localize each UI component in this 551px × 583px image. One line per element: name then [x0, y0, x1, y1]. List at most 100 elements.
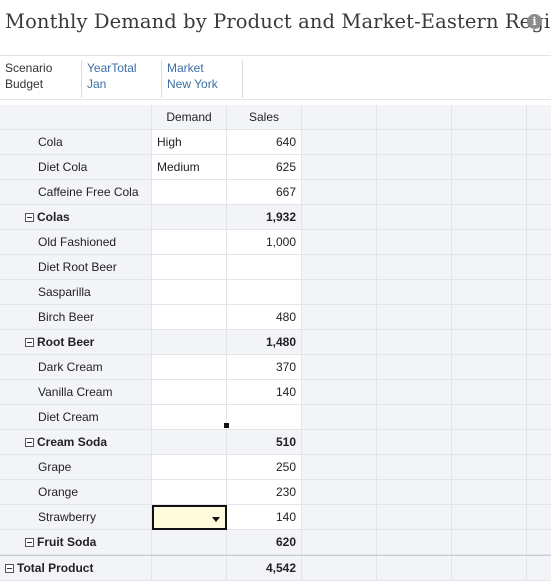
- demand-cell[interactable]: [152, 230, 227, 255]
- row-header-label: Diet Cola: [38, 160, 88, 174]
- sales-cell[interactable]: 1,480: [227, 330, 302, 355]
- demand-cell[interactable]: [152, 180, 227, 205]
- row-header-label: Cola: [38, 135, 63, 149]
- collapse-icon[interactable]: [25, 338, 34, 347]
- demand-cell[interactable]: [152, 480, 227, 505]
- empty-cell: [452, 405, 527, 430]
- demand-cell[interactable]: Medium: [152, 155, 227, 180]
- demand-cell[interactable]: [152, 255, 227, 280]
- info-icon[interactable]: i: [527, 14, 542, 29]
- sales-cell[interactable]: 1,000: [227, 230, 302, 255]
- sales-cell[interactable]: 230: [227, 480, 302, 505]
- demand-dropdown-cell[interactable]: [152, 505, 227, 530]
- sales-cell[interactable]: 667: [227, 180, 302, 205]
- empty-cell: [527, 280, 551, 305]
- row-header[interactable]: Grape: [0, 455, 152, 480]
- empty-cell: [302, 255, 377, 280]
- row-header[interactable]: Fruit Soda: [0, 530, 152, 555]
- demand-cell[interactable]: [152, 305, 227, 330]
- demand-cell[interactable]: High: [152, 130, 227, 155]
- empty-cell: [527, 330, 551, 355]
- row-header-label: Root Beer: [37, 335, 95, 349]
- pov-bar: Scenario Budget YearTotal Jan Market New…: [0, 57, 551, 100]
- row-header[interactable]: Diet Cola: [0, 155, 152, 180]
- demand-cell[interactable]: [152, 380, 227, 405]
- pov-scenario[interactable]: Scenario Budget: [0, 60, 82, 98]
- collapse-icon[interactable]: [25, 438, 34, 447]
- selection-fill-handle[interactable]: [224, 423, 229, 428]
- row-header[interactable]: Strawberry: [0, 505, 152, 530]
- sales-cell[interactable]: 140: [227, 380, 302, 405]
- row-header[interactable]: Root Beer: [0, 330, 152, 355]
- column-header-sales[interactable]: Sales: [227, 105, 302, 130]
- empty-cell: [452, 556, 527, 581]
- sales-cell[interactable]: 480: [227, 305, 302, 330]
- sales-cell[interactable]: [227, 255, 302, 280]
- empty-cell: [527, 430, 551, 455]
- grid-row: Orange 230: [0, 480, 551, 505]
- empty-cell: [452, 380, 527, 405]
- row-header[interactable]: Cream Soda: [0, 430, 152, 455]
- collapse-icon[interactable]: [25, 538, 34, 547]
- empty-cell: [302, 380, 377, 405]
- sales-cell[interactable]: 370: [227, 355, 302, 380]
- sales-cell[interactable]: 510: [227, 430, 302, 455]
- collapse-icon[interactable]: [5, 564, 14, 573]
- sales-cell[interactable]: 625: [227, 155, 302, 180]
- demand-cell[interactable]: [152, 330, 227, 355]
- row-header[interactable]: Orange: [0, 480, 152, 505]
- empty-cell: [377, 530, 452, 555]
- dropdown-arrow-icon[interactable]: [212, 517, 220, 522]
- sales-cell[interactable]: 140: [227, 505, 302, 530]
- sales-cell[interactable]: 4,542: [227, 556, 302, 581]
- demand-cell[interactable]: [152, 455, 227, 480]
- sales-value: 140: [275, 385, 296, 399]
- empty-cell: [527, 355, 551, 380]
- row-header[interactable]: Caffeine Free Cola: [0, 180, 152, 205]
- row-header-label: Dark Cream: [38, 360, 103, 374]
- row-header[interactable]: Colas: [0, 205, 152, 230]
- sales-cell[interactable]: [227, 280, 302, 305]
- row-header[interactable]: Total Product: [0, 556, 152, 581]
- row-header[interactable]: Diet Root Beer: [0, 255, 152, 280]
- column-header-demand[interactable]: Demand: [152, 105, 227, 130]
- empty-cell: [377, 480, 452, 505]
- demand-cell[interactable]: [152, 355, 227, 380]
- sales-cell[interactable]: [227, 405, 302, 430]
- sales-cell[interactable]: 1,932: [227, 205, 302, 230]
- empty-cell: [527, 205, 551, 230]
- collapse-icon[interactable]: [25, 213, 34, 222]
- sales-cell[interactable]: 640: [227, 130, 302, 155]
- empty-cell: [527, 505, 551, 530]
- empty-cell: [527, 380, 551, 405]
- sales-value: 620: [275, 535, 296, 549]
- sales-cell[interactable]: 250: [227, 455, 302, 480]
- row-header[interactable]: Cola: [0, 130, 152, 155]
- row-header[interactable]: Old Fashioned: [0, 230, 152, 255]
- empty-cell: [452, 280, 527, 305]
- empty-cell: [377, 505, 452, 530]
- sales-cell[interactable]: 620: [227, 530, 302, 555]
- row-header[interactable]: Sasparilla: [0, 280, 152, 305]
- row-header[interactable]: Diet Cream: [0, 405, 152, 430]
- demand-cell[interactable]: [152, 430, 227, 455]
- sales-value: 1,000: [265, 235, 296, 249]
- grid-total-row: Colas 1,932: [0, 205, 551, 230]
- demand-cell[interactable]: [152, 280, 227, 305]
- empty-column-cell: [527, 105, 551, 130]
- row-header[interactable]: Dark Cream: [0, 355, 152, 380]
- pov-yeartotal[interactable]: YearTotal Jan: [82, 60, 162, 98]
- empty-cell: [302, 355, 377, 380]
- pov-market[interactable]: Market New York: [162, 60, 243, 98]
- demand-cell[interactable]: [152, 530, 227, 555]
- row-header[interactable]: Vanilla Cream: [0, 380, 152, 405]
- demand-cell[interactable]: [152, 205, 227, 230]
- grid-row: Vanilla Cream 140: [0, 380, 551, 405]
- demand-cell[interactable]: [152, 405, 227, 430]
- demand-cell[interactable]: [152, 556, 227, 581]
- empty-cell: [377, 180, 452, 205]
- empty-cell: [302, 405, 377, 430]
- empty-cell: [377, 330, 452, 355]
- empty-cell: [377, 430, 452, 455]
- row-header[interactable]: Birch Beer: [0, 305, 152, 330]
